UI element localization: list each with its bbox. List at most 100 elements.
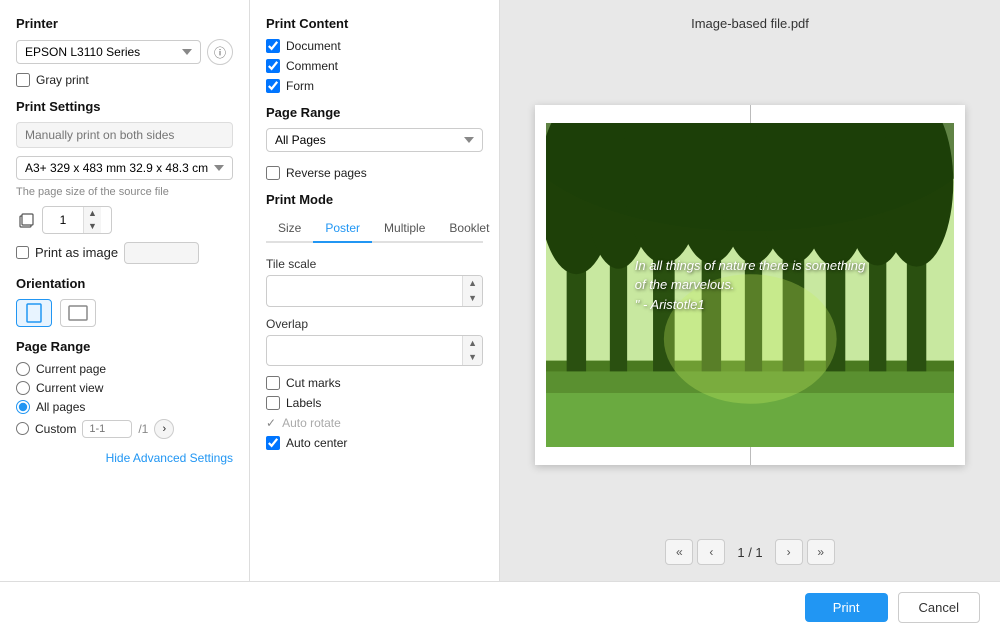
- paper-size-hint: The page size of the source file: [16, 186, 233, 198]
- gray-print-row: Gray print: [16, 73, 233, 87]
- print-settings-section: Print Settings A3+ 329 x 483 mm 32.9 x 4…: [16, 99, 233, 264]
- overlap-decrement[interactable]: ▼: [463, 350, 482, 365]
- custom-of-label: /1: [138, 422, 148, 436]
- current-view-row: Current view: [16, 381, 233, 395]
- reverse-pages-label: Reverse pages: [286, 166, 367, 180]
- cut-marks-label: Cut marks: [286, 376, 341, 390]
- form-row: Form: [266, 79, 483, 93]
- print-as-image-row: Print as image 300dpi: [16, 242, 233, 264]
- overlap-row: Overlap 0 (cm) ▲ ▼: [266, 317, 483, 367]
- print-button[interactable]: Print: [805, 593, 888, 622]
- orientation-row: [16, 299, 233, 327]
- auto-center-checkbox[interactable]: [266, 436, 280, 450]
- all-pages-select[interactable]: All Pages: [266, 128, 483, 152]
- first-page-button[interactable]: «: [665, 539, 693, 565]
- prev-page-button[interactable]: ‹: [697, 539, 725, 565]
- reverse-pages-row: Reverse pages: [266, 166, 483, 180]
- orientation-label: Orientation: [16, 276, 233, 291]
- printer-settings-icon[interactable]: ⓘ: [207, 39, 233, 65]
- preview-title: Image-based file.pdf: [516, 16, 984, 31]
- all-pages-row: All pages: [16, 400, 233, 414]
- overlap-spin-buttons: ▲ ▼: [462, 336, 482, 366]
- preview-area: In all things of nature there is somethi…: [516, 43, 984, 527]
- tile-scale-spinbox[interactable]: 100 ▲ ▼: [266, 275, 483, 307]
- cancel-button[interactable]: Cancel: [898, 592, 980, 623]
- tile-scale-row: Tile scale 100 ▲ ▼: [266, 257, 483, 307]
- all-pages-radio[interactable]: [16, 400, 30, 414]
- reverse-pages-checkbox[interactable]: [266, 166, 280, 180]
- labels-label: Labels: [286, 396, 321, 410]
- document-row: Document: [266, 39, 483, 53]
- current-view-radio[interactable]: [16, 381, 30, 395]
- tile-scale-spin-buttons: ▲ ▼: [462, 276, 482, 306]
- preview-image-container: In all things of nature there is somethi…: [546, 123, 955, 447]
- auto-center-row: Auto center: [266, 436, 483, 450]
- custom-radio[interactable]: [16, 422, 29, 435]
- next-page-button[interactable]: ›: [775, 539, 803, 565]
- tile-scale-label: Tile scale: [266, 257, 483, 271]
- auto-center-label: Auto center: [286, 436, 347, 450]
- print-content-label: Print Content: [266, 16, 483, 31]
- comment-row: Comment: [266, 59, 483, 73]
- page-range-middle-label: Page Range: [266, 105, 483, 120]
- custom-range-input[interactable]: [82, 420, 132, 438]
- copies-spinbox[interactable]: 1 ▲ ▼: [42, 206, 112, 234]
- printer-select[interactable]: EPSON L3110 Series: [16, 40, 201, 64]
- form-checkbox[interactable]: [266, 79, 280, 93]
- copies-spinbox-buttons: ▲ ▼: [83, 207, 101, 233]
- tab-size[interactable]: Size: [266, 215, 313, 243]
- portrait-button[interactable]: [16, 299, 52, 327]
- labels-row: Labels: [266, 396, 483, 410]
- gray-print-checkbox[interactable]: [16, 73, 30, 87]
- auto-rotate-row: ✓ Auto rotate: [266, 416, 483, 430]
- paper-size-select[interactable]: A3+ 329 x 483 mm 32.9 x 48.3 cm: [16, 156, 233, 180]
- print-settings-label: Print Settings: [16, 99, 233, 114]
- current-page-radio[interactable]: [16, 362, 30, 376]
- print-as-image-label: Print as image: [35, 245, 118, 260]
- tile-scale-increment[interactable]: ▲: [463, 276, 482, 291]
- tab-poster[interactable]: Poster: [313, 215, 372, 243]
- cut-marks-row: Cut marks: [266, 376, 483, 390]
- copies-input[interactable]: 1: [43, 210, 83, 230]
- overlap-increment[interactable]: ▲: [463, 336, 482, 351]
- document-label: Document: [286, 39, 341, 53]
- comment-checkbox[interactable]: [266, 59, 280, 73]
- printer-row: EPSON L3110 Series ⓘ: [16, 39, 233, 65]
- tab-multiple[interactable]: Multiple: [372, 215, 437, 243]
- labels-checkbox[interactable]: [266, 396, 280, 410]
- landscape-button[interactable]: [60, 299, 96, 327]
- print-mode-tabs: Size Poster Multiple Booklet: [266, 215, 483, 243]
- quote-text: In all things of nature there is somethi…: [615, 256, 886, 315]
- custom-next-button[interactable]: ›: [154, 419, 174, 439]
- overlap-spinbox[interactable]: 0 (cm) ▲ ▼: [266, 335, 483, 367]
- hide-advanced-settings-link[interactable]: Hide Advanced Settings: [16, 451, 233, 465]
- custom-row: Custom /1 ›: [16, 419, 233, 439]
- copies-icon: [16, 210, 36, 230]
- last-page-button[interactable]: »: [807, 539, 835, 565]
- tile-scale-input[interactable]: 100: [267, 280, 462, 302]
- current-page-label: Current page: [36, 362, 106, 376]
- cut-marks-checkbox[interactable]: [266, 376, 280, 390]
- auto-rotate-label: Auto rotate: [282, 416, 341, 430]
- dpi-input[interactable]: 300dpi: [124, 242, 199, 264]
- comment-label: Comment: [286, 59, 338, 73]
- orientation-section: Orientation: [16, 276, 233, 327]
- tile-scale-decrement[interactable]: ▼: [463, 291, 482, 306]
- tab-booklet[interactable]: Booklet: [437, 215, 500, 243]
- custom-label: Custom: [35, 422, 76, 436]
- print-mode-label: Print Mode: [266, 192, 483, 207]
- printer-section-label: Printer: [16, 16, 233, 31]
- overlap-input[interactable]: 0 (cm): [267, 339, 462, 361]
- form-label: Form: [286, 79, 314, 93]
- copies-increment-button[interactable]: ▲: [84, 207, 101, 220]
- document-checkbox[interactable]: [266, 39, 280, 53]
- page-range-section: Page Range Current page Current view All…: [16, 339, 233, 439]
- print-as-image-checkbox[interactable]: [16, 246, 29, 259]
- left-panel: Printer EPSON L3110 Series ⓘ Gray print …: [0, 0, 250, 581]
- pagination-bar: « ‹ 1 / 1 › »: [665, 539, 834, 565]
- copies-decrement-button[interactable]: ▼: [84, 220, 101, 233]
- copies-row: 1 ▲ ▼: [16, 206, 233, 234]
- middle-panel: Print Content Document Comment Form Page…: [250, 0, 500, 581]
- current-view-label: Current view: [36, 381, 103, 395]
- current-page-row: Current page: [16, 362, 233, 376]
